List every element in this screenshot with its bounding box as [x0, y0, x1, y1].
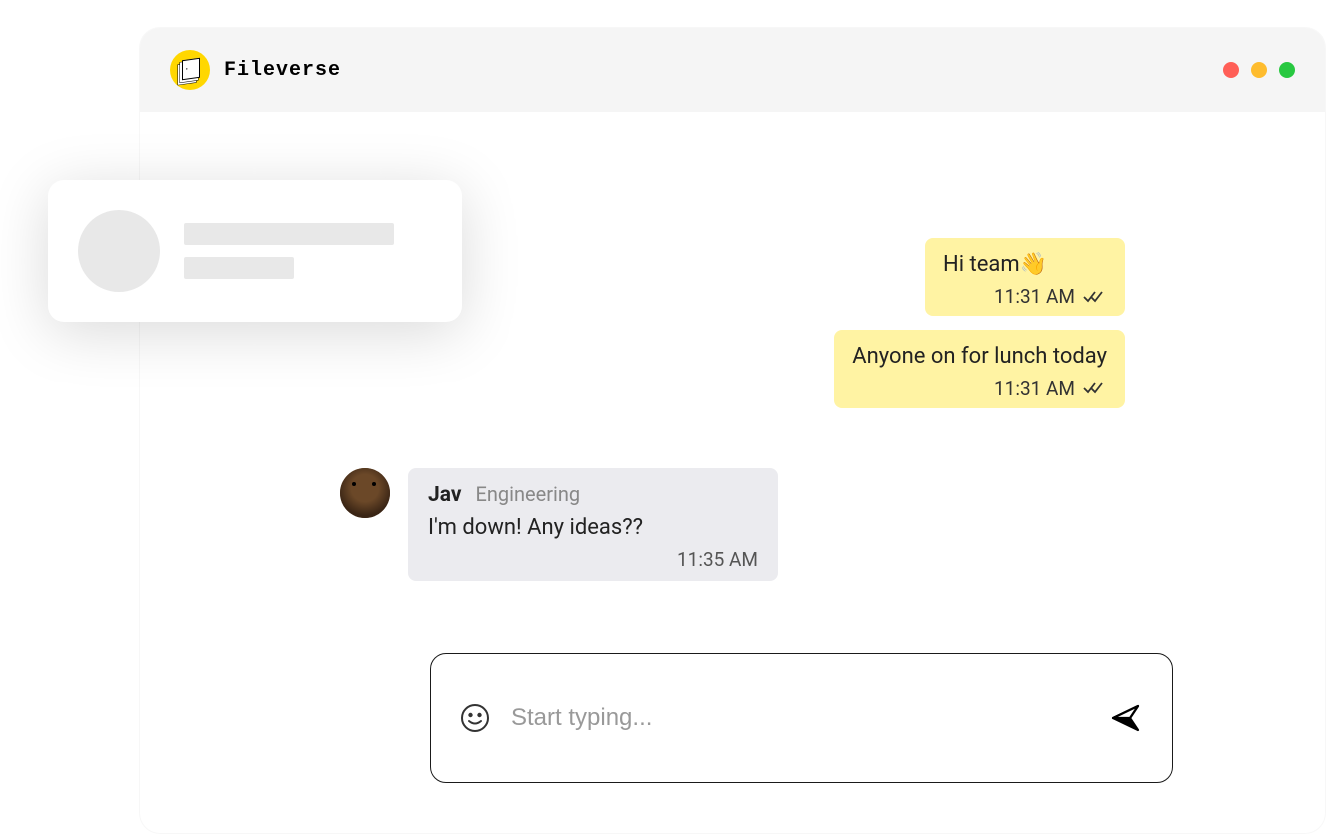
- window-controls: [1223, 62, 1295, 78]
- sent-message[interactable]: Hi team👋 11:31 AM: [925, 238, 1125, 316]
- message-text: Hi team👋: [943, 250, 1107, 281]
- minimize-window-button[interactable]: [1251, 62, 1267, 78]
- message-time: 11:31 AM: [994, 377, 1075, 400]
- message-input[interactable]: [511, 704, 1088, 732]
- brand[interactable]: ⠄ Fileverse: [170, 50, 341, 90]
- header-bar: ⠄ Fileverse: [140, 28, 1325, 112]
- wave-emoji-icon: 👋: [1020, 250, 1047, 281]
- message-meta: 11:31 AM: [943, 285, 1107, 308]
- message-composer: [430, 653, 1173, 783]
- contact-info: [184, 223, 394, 279]
- message-meta: 11:31 AM: [852, 377, 1107, 400]
- maximize-window-button[interactable]: [1279, 62, 1295, 78]
- sender-department: Engineering: [475, 482, 580, 506]
- contact-card[interactable]: [48, 180, 462, 322]
- sender-name: Jav: [428, 483, 461, 507]
- skeleton-subtitle: [184, 257, 294, 279]
- app-window: ⠄ Fileverse Hi team👋 11:31 AM: [140, 28, 1325, 833]
- message-text: I'm down! Any ideas??: [428, 513, 758, 544]
- message-header: Jav Engineering: [428, 482, 758, 507]
- contact-avatar-placeholder: [78, 210, 160, 292]
- sent-message[interactable]: Anyone on for lunch today 11:31 AM: [834, 330, 1125, 408]
- message-meta: 11:35 AM: [428, 548, 758, 571]
- message-text: Anyone on for lunch today: [852, 342, 1107, 373]
- message-time: 11:31 AM: [994, 285, 1075, 308]
- received-message-group: Jav Engineering I'm down! Any ideas?? 11…: [340, 468, 1125, 581]
- send-button[interactable]: [1108, 700, 1144, 736]
- sender-avatar[interactable]: [340, 468, 390, 518]
- logo-icon: ⠄: [170, 50, 210, 90]
- close-window-button[interactable]: [1223, 62, 1239, 78]
- double-check-icon: [1083, 381, 1107, 395]
- brand-name: Fileverse: [224, 59, 341, 82]
- skeleton-name: [184, 223, 394, 245]
- message-time: 11:35 AM: [677, 548, 758, 571]
- double-check-icon: [1083, 290, 1107, 304]
- emoji-picker-button[interactable]: [459, 702, 491, 734]
- received-message[interactable]: Jav Engineering I'm down! Any ideas?? 11…: [408, 468, 778, 581]
